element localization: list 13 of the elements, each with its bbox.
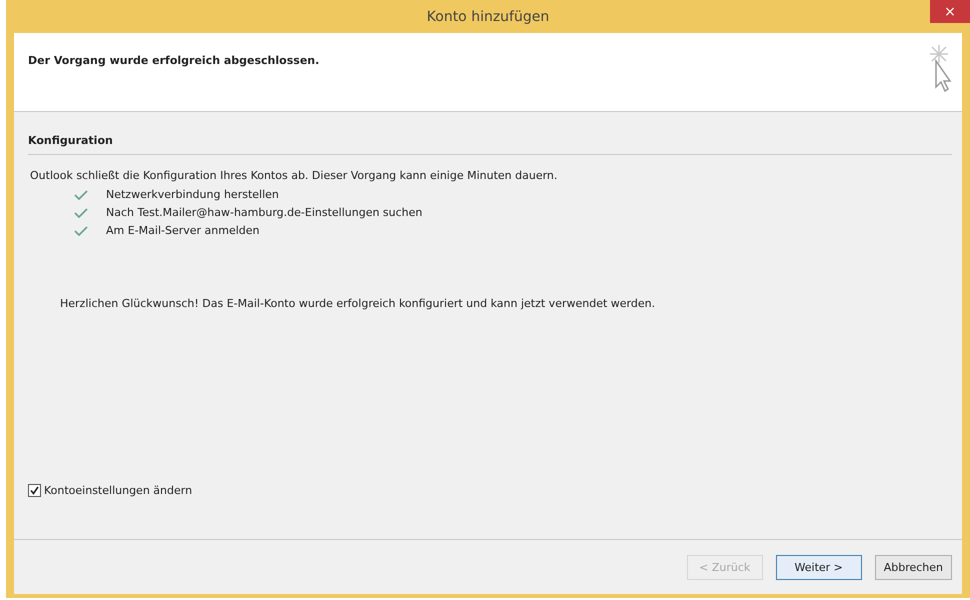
- section-title: Konfiguration: [28, 134, 113, 147]
- intro-text: Outlook schließt die Konfiguration Ihres Kontos ab. Dieser Vorgang kann einige Minuten dauern.: [30, 169, 558, 182]
- result-message: Herzlichen Glückwunsch! Das E-Mail-Konto wurde erfolgreich konfiguriert und kann jetzt verwendet werden.: [60, 297, 656, 310]
- checkbox[interactable]: [28, 484, 41, 497]
- window-title: Konto hinzufügen: [426, 8, 550, 24]
- step-label: Am E-Mail-Server anmelden: [106, 224, 260, 237]
- checkbox-label[interactable]: Kontoeinstellungen ändern: [44, 484, 192, 497]
- header-message: Der Vorgang wurde erfolgreich abgeschlossen.: [28, 54, 320, 67]
- dialog-button[interactable]: Weiter >: [776, 554, 862, 580]
- dialog-button[interactable]: Abbrechen: [874, 554, 952, 580]
- close-button[interactable]: ×: [930, 0, 970, 23]
- step-label: Nach Test.Mailer@haw-hamburg.de-Einstellungen suchen: [106, 206, 422, 219]
- step-label: Netzwerkverbindung herstellen: [106, 188, 279, 201]
